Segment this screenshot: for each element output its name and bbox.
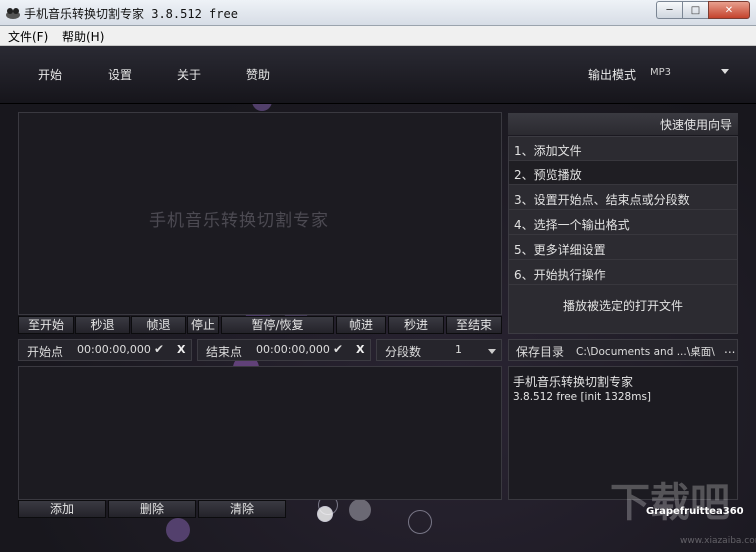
back-frame-button[interactable]: 帧退 [131, 316, 186, 334]
site-logo: 下载吧 [610, 470, 750, 540]
end-point-confirm-icon[interactable]: ✔ [333, 342, 343, 356]
guide-step-preview[interactable]: 2、预览播放 [509, 161, 737, 185]
start-point-field: 开始点 00:00:00,000 ✔ X [18, 339, 192, 361]
video-preview[interactable]: 手机音乐转换切割专家 [18, 112, 502, 315]
clear-list-button[interactable]: 清除 [198, 500, 286, 518]
guide-step-more-settings[interactable]: 5、更多详细设置 [509, 236, 737, 260]
end-point-field: 结束点 00:00:00,000 ✔ X [197, 339, 371, 361]
site-logo-url: www.xiazaiba.com [680, 536, 756, 546]
forward-frame-button[interactable]: 帧进 [336, 316, 386, 334]
start-point-confirm-icon[interactable]: ✔ [154, 342, 164, 356]
end-point-label: 结束点 [206, 345, 243, 359]
seek-to-start-button[interactable]: 至开始 [18, 316, 74, 334]
pause-resume-button[interactable]: 暂停/恢复 [221, 316, 334, 334]
save-directory-path[interactable]: C:\Documents and ...\桌面\ [576, 344, 715, 359]
menu-file[interactable]: 文件(F) [8, 28, 48, 45]
start-point-clear-icon[interactable]: X [177, 343, 185, 356]
bubble-decoration-dot [408, 510, 432, 534]
browse-button[interactable]: ... [724, 342, 735, 356]
guide-step-output-format[interactable]: 4、选择一个输出格式 [509, 211, 737, 235]
bubble-decoration-dot [317, 506, 333, 522]
menu-bar: 文件(F) 帮助(H) [0, 26, 756, 46]
window-title: 手机音乐转换切割专家 3.8.512 free [24, 7, 238, 21]
guide-step-execute[interactable]: 6、开始执行操作 [509, 261, 737, 285]
add-file-button[interactable]: 添加 [18, 500, 106, 518]
nav-about[interactable]: 关于 [177, 66, 201, 83]
bubble-decoration-dot [349, 499, 371, 521]
nav-sponsor[interactable]: 赞助 [246, 66, 270, 83]
segments-value[interactable]: 1 [455, 343, 462, 356]
guide-header: 快速使用向导 [508, 113, 738, 135]
file-list[interactable] [18, 366, 502, 500]
delete-file-button[interactable]: 删除 [108, 500, 196, 518]
forward-second-button[interactable]: 秒进 [388, 316, 444, 334]
guide-step-add-file[interactable]: 1、添加文件 [509, 137, 737, 161]
info-app-name: 手机音乐转换切割专家 [513, 375, 634, 389]
title-bar: 手机音乐转换切割专家 3.8.512 free ─ □ ✕ [0, 0, 756, 26]
output-mode-select[interactable]: MP3 [650, 67, 671, 78]
bubble-decoration-dot [166, 518, 190, 542]
watermark-text: Grapefruittea360 [646, 506, 744, 517]
maximize-button[interactable]: □ [682, 1, 708, 19]
nav-settings[interactable]: 设置 [108, 66, 132, 83]
menu-help[interactable]: 帮助(H) [62, 28, 104, 45]
nav-start[interactable]: 开始 [38, 66, 62, 83]
start-point-input[interactable]: 00:00:00,000 [77, 343, 151, 356]
output-mode-label: 输出模式 [588, 68, 637, 82]
segments-field[interactable]: 分段数 1 [376, 339, 502, 361]
guide-step-set-points[interactable]: 3、设置开始点、结束点或分段数 [509, 186, 737, 210]
save-directory-field: 保存目录 C:\Documents and ...\桌面\ ... [508, 339, 738, 361]
play-selected-button[interactable]: 播放被选定的打开文件 [509, 297, 737, 314]
end-point-input[interactable]: 00:00:00,000 [256, 343, 330, 356]
stop-button[interactable]: 停止 [187, 316, 219, 334]
minimize-button[interactable]: ─ [656, 1, 682, 19]
close-button[interactable]: ✕ [708, 1, 750, 19]
save-directory-label: 保存目录 [516, 345, 565, 359]
start-point-label: 开始点 [27, 345, 64, 359]
site-logo-text: 下载吧 [610, 480, 730, 526]
preview-title: 手机音乐转换切割专家 [149, 211, 329, 231]
chevron-down-icon[interactable] [721, 69, 729, 74]
top-nav: 开始 设置 关于 赞助 输出模式 MP3 [0, 46, 756, 104]
guide-steps: 1、添加文件 2、预览播放 3、设置开始点、结束点或分段数 4、选择一个输出格式… [508, 136, 738, 334]
back-second-button[interactable]: 秒退 [75, 316, 130, 334]
seek-to-end-button[interactable]: 至结束 [446, 316, 502, 334]
segments-label: 分段数 [385, 345, 422, 359]
chevron-down-icon[interactable] [488, 349, 496, 354]
end-point-clear-icon[interactable]: X [356, 343, 364, 356]
app-icon [6, 8, 20, 19]
info-version: 3.8.512 free [init 1328ms] [513, 391, 652, 403]
